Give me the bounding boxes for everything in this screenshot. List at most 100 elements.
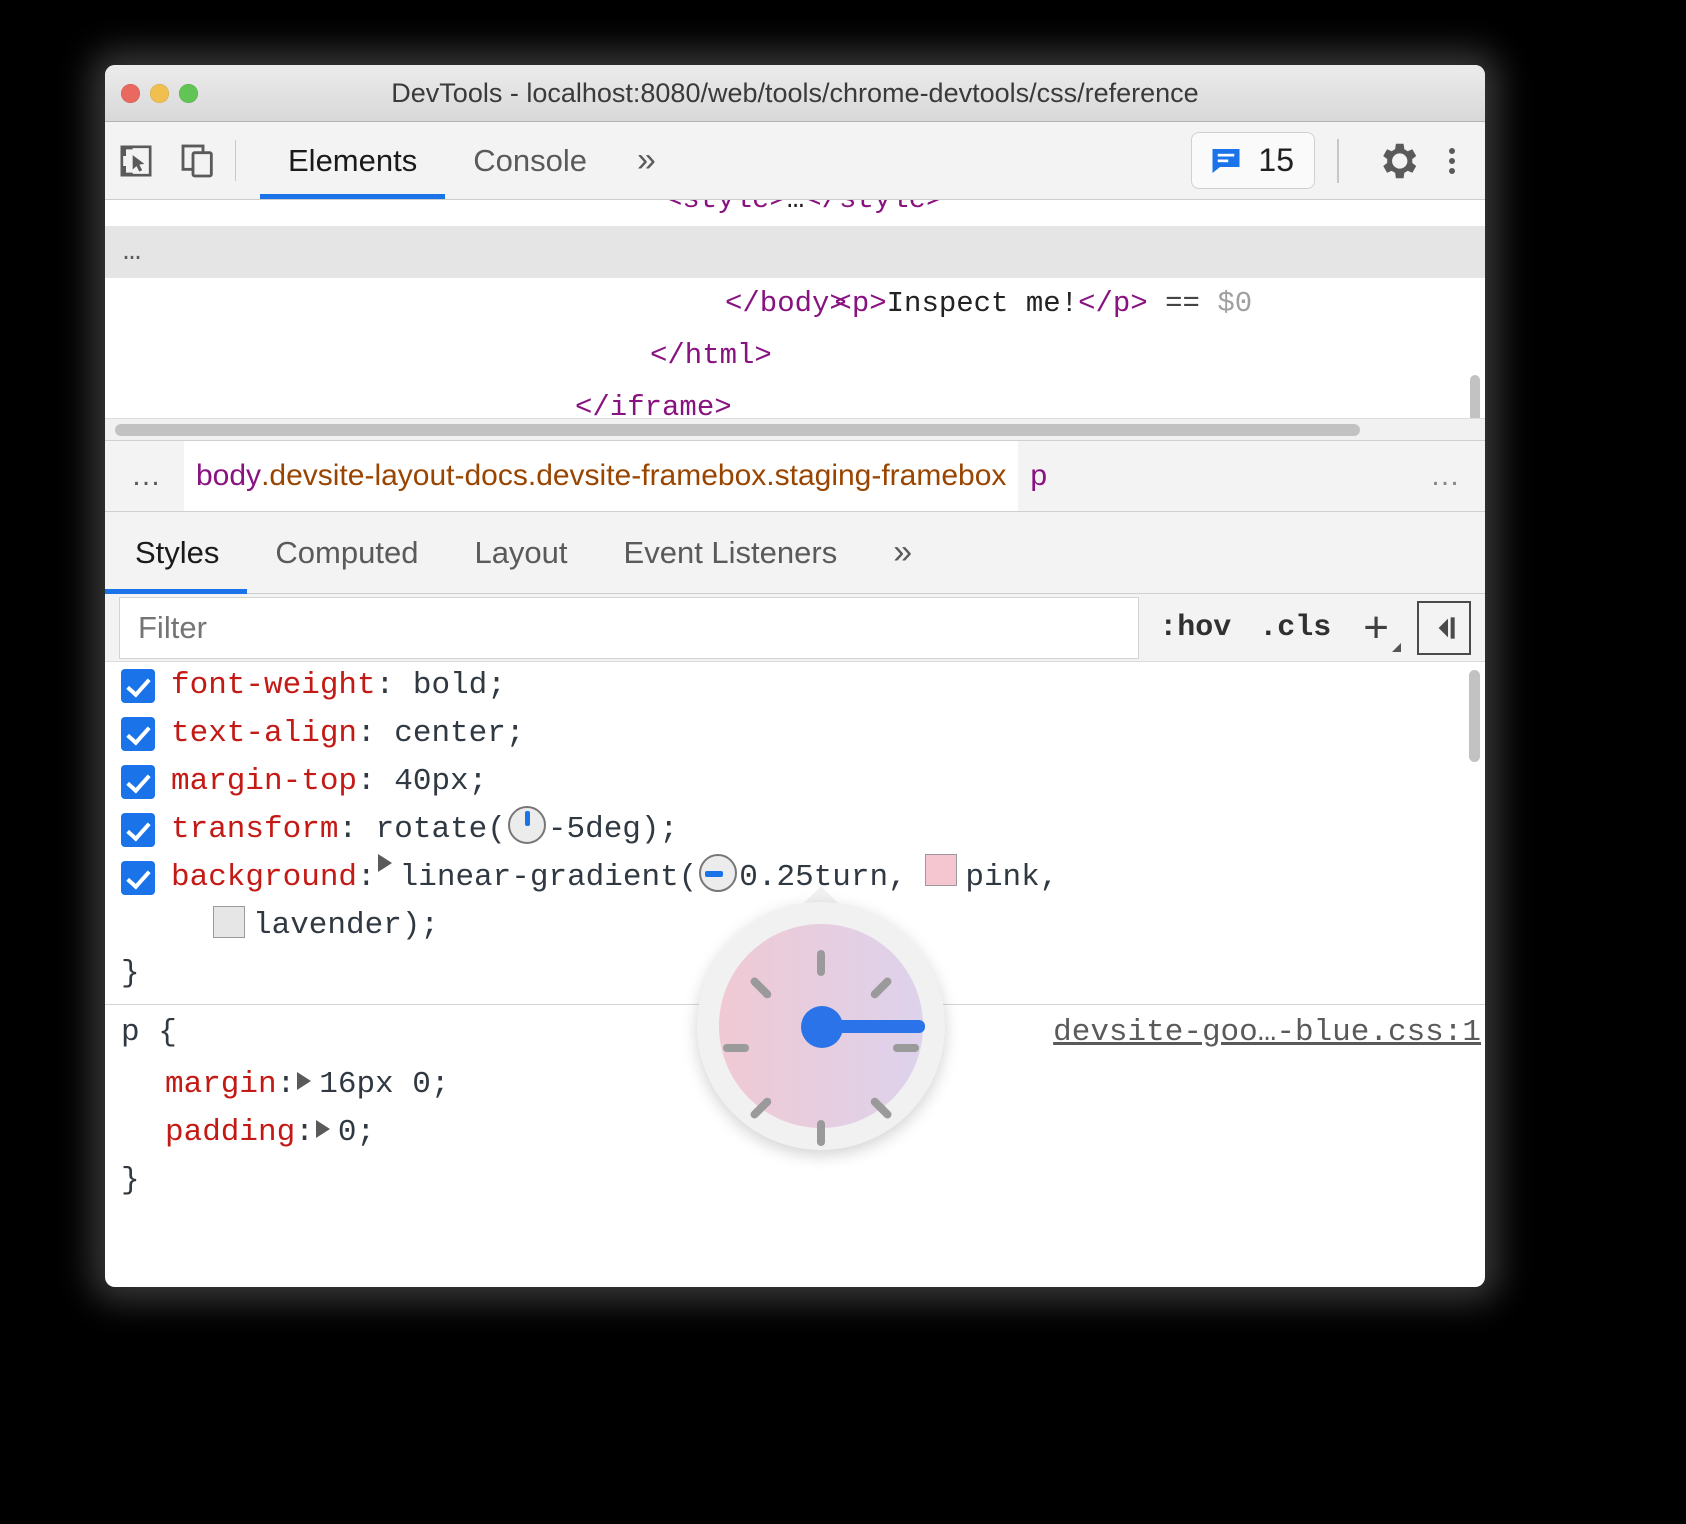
minimize-window-button[interactable] <box>150 84 169 103</box>
new-style-rule-button[interactable]: + <box>1345 606 1407 650</box>
rule-selector-p[interactable]: p { <box>121 1005 177 1061</box>
breadcrumb-body-classes: .devsite-layout-docs.devsite-framebox.st… <box>261 459 1006 493</box>
transform-function-close: ); <box>641 806 678 854</box>
gradient-function-close: ); <box>402 908 439 943</box>
declaration-value[interactable]: bold <box>413 662 487 710</box>
devtools-toolbar: Elements Console » 15 <box>105 122 1485 200</box>
tab-elements-label: Elements <box>288 143 417 179</box>
dom-line-paragraph[interactable]: …<p>Inspect me!</p> == $0 <box>105 226 1485 278</box>
dom-line-html-close[interactable]: </html> <box>105 330 1485 382</box>
new-style-rule-caret-icon <box>1392 643 1401 652</box>
dom-tree-pane[interactable]: <style>…</style> …<p>Inspect me!</p> == … <box>105 200 1485 440</box>
declaration-checkbox[interactable] <box>121 717 155 751</box>
declaration-row[interactable]: margin:16px 0; <box>105 1061 1485 1109</box>
dom-line-body-close[interactable]: </body> <box>105 278 1485 330</box>
styles-vertical-scrollbar[interactable] <box>1469 670 1480 762</box>
tab-styles-label: Styles <box>135 535 219 571</box>
device-toolbar-icon[interactable] <box>167 122 229 199</box>
angle-clock-icon[interactable] <box>508 806 546 844</box>
rule-header-p: p { devsite-goo…-blue.css:1 <box>105 1005 1485 1061</box>
declaration-checkbox[interactable] <box>121 765 155 799</box>
transform-angle-value[interactable]: -5deg <box>548 806 641 854</box>
tab-console[interactable]: Console <box>445 122 615 199</box>
gradient-color-1[interactable]: pink <box>965 854 1039 902</box>
declaration-property[interactable]: background <box>171 854 357 902</box>
expand-shorthand-icon[interactable] <box>297 1072 311 1090</box>
declaration-row[interactable]: background:linear-gradient(0.25turn, pin… <box>105 854 1485 902</box>
tab-layout[interactable]: Layout <box>446 512 595 593</box>
dom-vertical-scrollbar[interactable] <box>1470 375 1480 423</box>
breadcrumb-overflow-ellipsis[interactable]: … <box>105 441 184 511</box>
issues-message-icon <box>1208 143 1244 179</box>
traffic-lights <box>121 65 198 121</box>
more-sidebar-tabs-icon[interactable]: » <box>865 512 940 593</box>
declaration-row[interactable]: font-weight: bold; <box>105 662 1485 710</box>
tab-computed[interactable]: Computed <box>247 512 446 593</box>
gradient-color-2[interactable]: lavender <box>253 908 402 943</box>
breadcrumb-body-node: body <box>196 459 261 493</box>
color-swatch-lavender[interactable] <box>213 906 245 938</box>
close-window-button[interactable] <box>121 84 140 103</box>
declaration-checkbox[interactable] <box>121 861 155 895</box>
gradient-angle-value[interactable]: 0.25turn, <box>739 854 906 902</box>
declaration-value[interactable]: 16px 0; <box>319 1067 449 1102</box>
styles-filter-bar: :hov .cls + <box>105 594 1485 662</box>
declaration-property[interactable]: text-align <box>171 710 357 758</box>
filter-input[interactable] <box>119 597 1139 659</box>
declaration-property[interactable]: padding <box>165 1115 295 1150</box>
angle-clock-icon[interactable] <box>699 854 737 892</box>
declaration-property[interactable]: font-weight <box>171 662 376 710</box>
dom-html-close: </html> <box>650 339 772 372</box>
gear-icon[interactable] <box>1361 138 1435 184</box>
dom-horizontal-scrollbar-thumb[interactable] <box>115 424 1360 436</box>
tab-event-listeners-label: Event Listeners <box>624 535 838 571</box>
stylesheet-source-link[interactable]: devsite-goo…-blue.css:1 <box>1053 1005 1481 1061</box>
window-titlebar: DevTools - localhost:8080/web/tools/chro… <box>105 65 1485 122</box>
declaration-continuation-row[interactable]: lavender); <box>105 902 1485 950</box>
maximize-window-button[interactable] <box>179 84 198 103</box>
breadcrumb-item-body[interactable]: body.devsite-layout-docs.devsite-framebo… <box>184 441 1018 511</box>
declaration-row[interactable]: text-align: center; <box>105 710 1485 758</box>
declaration-property[interactable]: margin <box>165 1067 277 1102</box>
declaration-checkbox[interactable] <box>121 669 155 703</box>
expand-shorthand-icon[interactable] <box>316 1120 330 1138</box>
new-style-rule-label: + <box>1363 603 1389 652</box>
dom-body-close: </body> <box>725 287 847 320</box>
expand-shorthand-icon[interactable] <box>378 854 392 872</box>
tab-event-listeners[interactable]: Event Listeners <box>596 512 866 593</box>
kebab-menu-icon[interactable] <box>1435 144 1469 178</box>
styles-sidebar-tabs: Styles Computed Layout Event Listeners » <box>105 512 1485 594</box>
declaration-value[interactable]: center <box>394 710 506 758</box>
force-state-hov-button[interactable]: :hov <box>1145 611 1245 645</box>
toolbar-divider-2 <box>1337 139 1339 183</box>
more-panels-icon[interactable]: » <box>615 122 678 199</box>
styles-declarations-pane[interactable]: font-weight: bold; text-align: center; m… <box>105 662 1485 1202</box>
tab-computed-label: Computed <box>275 535 418 571</box>
declaration-property[interactable]: transform <box>171 806 338 854</box>
toggle-sidebar-icon[interactable] <box>1417 601 1471 655</box>
dom-line-style[interactable]: <style>…</style> <box>105 200 1485 226</box>
breadcrumb-trailing-ellipsis[interactable]: … <box>1408 441 1485 511</box>
color-swatch-pink[interactable] <box>925 854 957 886</box>
breadcrumb: … body.devsite-layout-docs.devsite-frame… <box>105 440 1485 512</box>
tab-styles[interactable]: Styles <box>105 512 247 593</box>
breadcrumb-item-p[interactable]: p <box>1018 441 1059 511</box>
toolbar-right-group: 15 <box>1191 122 1485 199</box>
dom-row-ellipsis[interactable]: … <box>123 226 144 278</box>
declaration-checkbox[interactable] <box>121 813 155 847</box>
issues-badge[interactable]: 15 <box>1191 132 1315 189</box>
breadcrumb-p-node: p <box>1030 459 1047 493</box>
declaration-property[interactable]: margin-top <box>171 758 357 806</box>
declaration-row[interactable]: margin-top: 40px; <box>105 758 1485 806</box>
dom-horizontal-scrollbar-track[interactable] <box>105 418 1485 440</box>
inspect-cursor-icon[interactable] <box>105 122 167 199</box>
element-classes-cls-button[interactable]: .cls <box>1245 611 1345 645</box>
declaration-row[interactable]: padding:0; <box>105 1109 1485 1157</box>
declaration-value[interactable]: 0; <box>338 1115 375 1150</box>
rule-close-brace: } <box>105 950 1485 998</box>
declaration-row[interactable]: transform: rotate(-5deg); <box>105 806 1485 854</box>
tab-layout-label: Layout <box>474 535 567 571</box>
gradient-function-open: linear-gradient( <box>400 854 698 902</box>
tab-elements[interactable]: Elements <box>260 122 445 199</box>
declaration-value[interactable]: 40px <box>394 758 468 806</box>
